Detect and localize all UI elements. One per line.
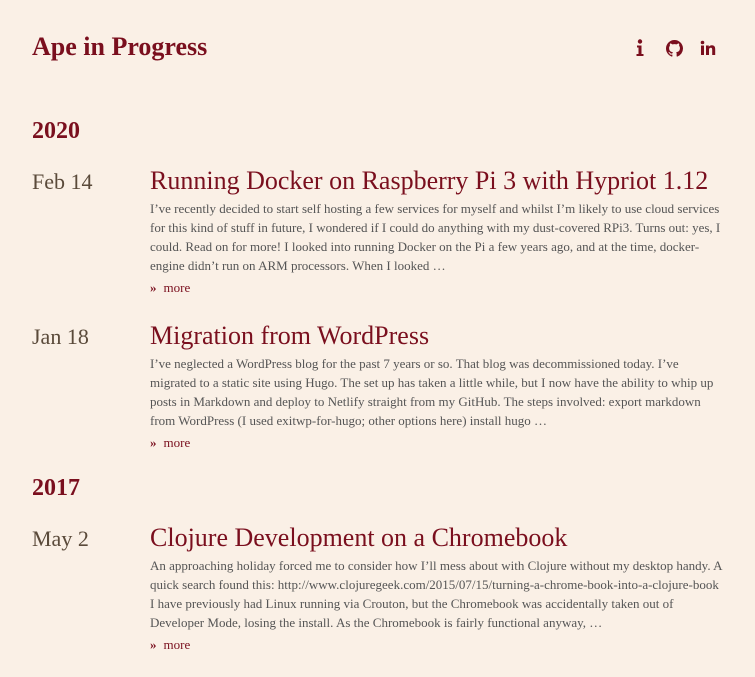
post-title-link[interactable]: Running Docker on Raspberry Pi 3 with Hy… [150,166,725,196]
post-body: Running Docker on Raspberry Pi 3 with Hy… [150,166,725,297]
site-header: Ape in Progress [32,30,725,66]
post-body: Migration from WordPress I’ve neglected … [150,321,725,452]
linkedin-icon[interactable] [691,38,725,58]
read-more-link[interactable]: » more [150,279,725,297]
post-title-link[interactable]: Clojure Development on a Chromebook [150,523,725,553]
post-body: Clojure Development on a Chromebook An a… [150,523,725,654]
read-more-link[interactable]: » more [150,636,725,654]
post-summary: I’ve neglected a WordPress blog for the … [150,356,714,428]
read-more-label: more [163,435,191,450]
double-chevron-right-icon: » [150,637,156,652]
double-chevron-right-icon: » [150,280,156,295]
social-nav [623,38,725,58]
year-heading: 2017 [32,475,80,501]
post-date: Jan 18 [32,324,89,349]
post-date: May 2 [32,526,89,551]
read-more-label: more [163,637,191,652]
post-summary: An approaching holiday forced me to cons… [150,558,722,630]
post-title-link[interactable]: Migration from WordPress [150,321,725,351]
year-heading: 2020 [32,118,80,144]
post-date: Feb 14 [32,169,93,194]
site-title-link[interactable]: Ape in Progress [32,32,207,62]
post-summary: I’ve recently decided to start self host… [150,201,721,273]
double-chevron-right-icon: » [150,435,156,450]
read-more-link[interactable]: » more [150,434,725,452]
info-icon[interactable] [623,38,657,58]
read-more-label: more [163,280,191,295]
github-icon[interactable] [657,38,691,58]
